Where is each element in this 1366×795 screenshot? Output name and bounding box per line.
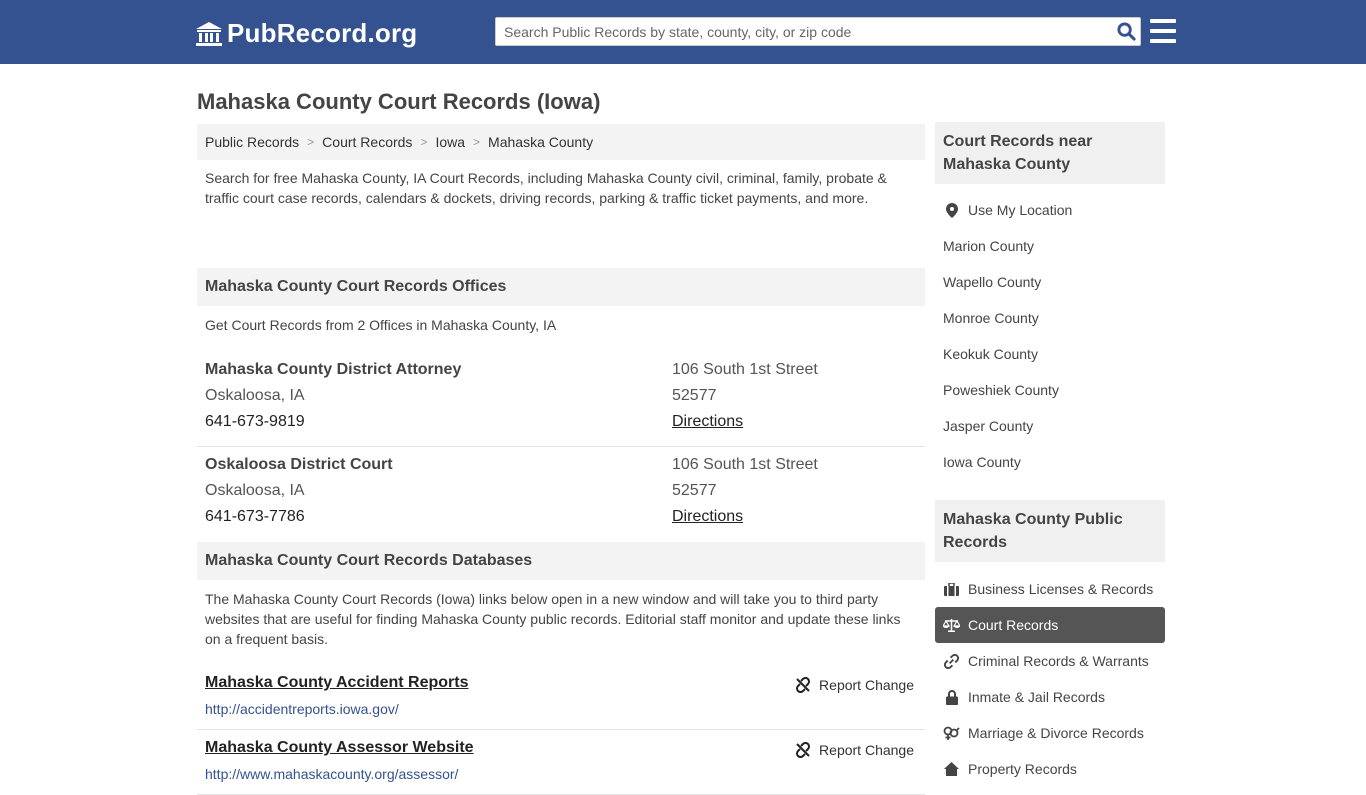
- sidebar-item-jasper-county[interactable]: Jasper County: [935, 408, 1165, 444]
- report-change-label: Report Change: [819, 742, 914, 758]
- sidebar-item-wapello-county[interactable]: Wapello County: [935, 264, 1165, 300]
- sidebar: Court Records near Mahaska County Use My…: [935, 122, 1165, 787]
- courthouse-icon: [196, 21, 222, 46]
- breadcrumb-mahaska-county[interactable]: Mahaska County: [488, 134, 593, 150]
- map-pin-icon: [943, 202, 960, 218]
- sidebar-item-label: Business Licenses & Records: [968, 581, 1154, 597]
- home-icon: [943, 762, 960, 776]
- sidebar-item-label: Court Records: [968, 617, 1059, 633]
- use-location-label: Use My Location: [968, 202, 1073, 218]
- office-phone[interactable]: 641-673-9819: [205, 409, 672, 435]
- sidebar-item-marriage-records[interactable]: Marriage & Divorce Records: [935, 715, 1165, 751]
- database-link-item: Mahaska County Accident Reports http://a…: [197, 665, 925, 730]
- report-change-button[interactable]: Report Change: [795, 677, 914, 693]
- intro-text: Search for free Mahaska County, IA Court…: [205, 170, 887, 206]
- public-records-heading: Mahaska County Public Records: [935, 500, 1165, 562]
- main-content: Public Records > Court Records > Iowa > …: [197, 124, 925, 795]
- breadcrumb-iowa[interactable]: Iowa: [435, 134, 465, 150]
- office-name: Oskaloosa District Court: [205, 456, 393, 473]
- office-zip: 52577: [672, 482, 717, 499]
- office-name: Mahaska County District Attorney: [205, 361, 462, 378]
- nearby-list: Use My Location Marion County Wapello Co…: [935, 184, 1165, 480]
- breadcrumb-separator-icon: >: [420, 135, 428, 149]
- breadcrumb-separator-icon: >: [473, 135, 481, 149]
- sidebar-item-poweshiek-county[interactable]: Poweshiek County: [935, 372, 1165, 408]
- sidebar-item-criminal-records[interactable]: Criminal Records & Warrants: [935, 643, 1165, 679]
- scales-icon: [943, 618, 960, 632]
- office-item: Oskaloosa District Court Oskaloosa, IA 6…: [197, 447, 925, 542]
- top-navbar: PubRecord.org: [0, 0, 1366, 64]
- office-zip: 52577: [672, 387, 717, 404]
- office-street: 106 South 1st Street: [672, 456, 818, 473]
- breadcrumb-separator-icon: >: [307, 135, 315, 149]
- public-records-list: Business Licenses & Records Court Record…: [935, 562, 1165, 787]
- directions-link[interactable]: Directions: [672, 508, 743, 525]
- databases-text: The Mahaska County Court Records (Iowa) …: [205, 591, 901, 647]
- sidebar-item-monroe-county[interactable]: Monroe County: [935, 300, 1165, 336]
- report-change-label: Report Change: [819, 677, 914, 693]
- briefcase-icon: [943, 582, 960, 596]
- nearby-heading: Court Records near Mahaska County: [935, 122, 1165, 184]
- sidebar-item-business-licenses[interactable]: Business Licenses & Records: [935, 571, 1165, 607]
- breadcrumb-court-records[interactable]: Court Records: [322, 134, 412, 150]
- page-title: Mahaska County Court Records (Iowa): [197, 89, 601, 114]
- search-input[interactable]: [496, 18, 1112, 45]
- database-link-item: Mahaska County Assessor Website http://w…: [197, 730, 925, 795]
- sidebar-item-iowa-county[interactable]: Iowa County: [935, 444, 1165, 480]
- sidebar-item-keokuk-county[interactable]: Keokuk County: [935, 336, 1165, 372]
- office-city: Oskaloosa, IA: [205, 387, 305, 404]
- sidebar-item-label: Inmate & Jail Records: [968, 689, 1105, 705]
- sidebar-item-label: Property Records: [968, 761, 1077, 777]
- sidebar-item-inmate-records[interactable]: Inmate & Jail Records: [935, 679, 1165, 715]
- offices-subtext: Get Court Records from 2 Offices in Maha…: [205, 317, 557, 333]
- sidebar-item-label: Marriage & Divorce Records: [968, 725, 1144, 741]
- use-my-location-link[interactable]: Use My Location: [935, 192, 1165, 228]
- link-icon: [943, 653, 960, 669]
- office-item: Mahaska County District Attorney Oskaloo…: [197, 352, 925, 447]
- database-link-title[interactable]: Mahaska County Assessor Website: [205, 739, 474, 757]
- search-bar: [495, 17, 1141, 46]
- report-change-button[interactable]: Report Change: [795, 742, 914, 758]
- logo-text: PubRecord.org: [227, 18, 418, 48]
- lock-icon: [943, 689, 960, 705]
- office-phone[interactable]: 641-673-7786: [205, 504, 672, 530]
- office-city: Oskaloosa, IA: [205, 482, 305, 499]
- breadcrumb: Public Records > Court Records > Iowa > …: [197, 124, 925, 160]
- sidebar-item-property-records[interactable]: Property Records: [935, 751, 1165, 787]
- databases-heading: Mahaska County Court Records Databases: [197, 542, 925, 580]
- database-link-title[interactable]: Mahaska County Accident Reports: [205, 674, 468, 692]
- sidebar-item-court-records[interactable]: Court Records: [935, 607, 1165, 643]
- search-icon[interactable]: [1112, 18, 1140, 46]
- database-link-url[interactable]: http://accidentreports.iowa.gov/: [205, 701, 399, 717]
- database-link-url[interactable]: http://www.mahaskacounty.org/assessor/: [205, 766, 458, 782]
- sidebar-item-label: Criminal Records & Warrants: [968, 653, 1149, 669]
- office-street: 106 South 1st Street: [672, 361, 818, 378]
- offices-heading: Mahaska County Court Records Offices: [197, 268, 925, 306]
- breadcrumb-public-records[interactable]: Public Records: [205, 134, 299, 150]
- directions-link[interactable]: Directions: [672, 413, 743, 430]
- gender-icon: [943, 726, 960, 741]
- site-logo[interactable]: PubRecord.org: [195, 18, 417, 49]
- sidebar-item-marion-county[interactable]: Marion County: [935, 228, 1165, 264]
- broken-link-icon: [796, 742, 811, 758]
- hamburger-menu-icon[interactable]: [1150, 19, 1176, 43]
- broken-link-icon: [796, 677, 811, 693]
